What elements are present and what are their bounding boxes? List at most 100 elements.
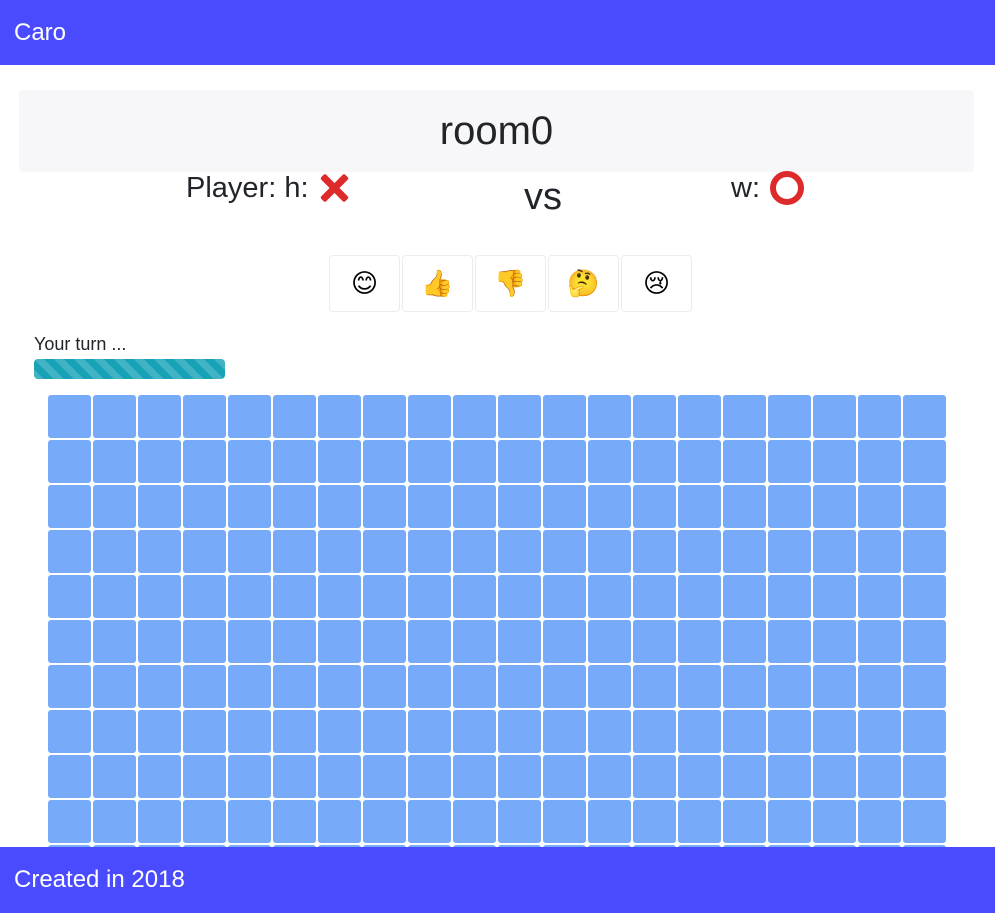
board-cell[interactable] — [633, 710, 676, 753]
board-cell[interactable] — [678, 530, 721, 573]
board-cell[interactable] — [903, 755, 946, 798]
board-cell[interactable] — [903, 440, 946, 483]
board-cell[interactable] — [498, 710, 541, 753]
board-cell[interactable] — [363, 710, 406, 753]
board-cell[interactable] — [48, 665, 91, 708]
board-cell[interactable] — [93, 530, 136, 573]
board-cell[interactable] — [768, 530, 811, 573]
board-cell[interactable] — [93, 755, 136, 798]
board-cell[interactable] — [678, 485, 721, 528]
board-cell[interactable] — [228, 755, 271, 798]
board-cell[interactable] — [228, 530, 271, 573]
board-cell[interactable] — [318, 710, 361, 753]
board-cell[interactable] — [633, 575, 676, 618]
board-cell[interactable] — [768, 395, 811, 438]
board-cell[interactable] — [408, 530, 451, 573]
board-cell[interactable] — [768, 485, 811, 528]
board-cell[interactable] — [408, 755, 451, 798]
board-cell[interactable] — [813, 440, 856, 483]
board-cell[interactable] — [273, 665, 316, 708]
board-cell[interactable] — [498, 665, 541, 708]
board-cell[interactable] — [363, 530, 406, 573]
board-cell[interactable] — [543, 665, 586, 708]
board-cell[interactable] — [768, 620, 811, 663]
board-cell[interactable] — [903, 710, 946, 753]
board-cell[interactable] — [138, 440, 181, 483]
board-cell[interactable] — [858, 485, 901, 528]
board-cell[interactable] — [48, 575, 91, 618]
board-cell[interactable] — [93, 710, 136, 753]
board-cell[interactable] — [903, 485, 946, 528]
board-cell[interactable] — [723, 530, 766, 573]
board-cell[interactable] — [768, 800, 811, 843]
board-cell[interactable] — [858, 395, 901, 438]
board-cell[interactable] — [543, 440, 586, 483]
board-cell[interactable] — [588, 440, 631, 483]
board-cell[interactable] — [318, 440, 361, 483]
board-cell[interactable] — [228, 440, 271, 483]
board-cell[interactable] — [318, 665, 361, 708]
board-cell[interactable] — [633, 665, 676, 708]
board-cell[interactable] — [318, 485, 361, 528]
board-cell[interactable] — [498, 575, 541, 618]
board-cell[interactable] — [858, 665, 901, 708]
board-cell[interactable] — [543, 485, 586, 528]
board-cell[interactable] — [318, 620, 361, 663]
board-cell[interactable] — [453, 800, 496, 843]
board-cell[interactable] — [903, 530, 946, 573]
board-cell[interactable] — [453, 575, 496, 618]
board-cell[interactable] — [723, 755, 766, 798]
board-cell[interactable] — [813, 755, 856, 798]
board-cell[interactable] — [858, 530, 901, 573]
board-cell[interactable] — [858, 575, 901, 618]
board-cell[interactable] — [453, 665, 496, 708]
board-cell[interactable] — [93, 395, 136, 438]
board-cell[interactable] — [273, 575, 316, 618]
board-cell[interactable] — [903, 575, 946, 618]
board-cell[interactable] — [588, 530, 631, 573]
board-cell[interactable] — [318, 530, 361, 573]
board-cell[interactable] — [543, 710, 586, 753]
board-cell[interactable] — [138, 620, 181, 663]
board-cell[interactable] — [858, 440, 901, 483]
board-cell[interactable] — [723, 665, 766, 708]
board-cell[interactable] — [138, 530, 181, 573]
board-cell[interactable] — [48, 710, 91, 753]
board-cell[interactable] — [723, 395, 766, 438]
board-cell[interactable] — [93, 665, 136, 708]
board-cell[interactable] — [543, 620, 586, 663]
board-cell[interactable] — [183, 665, 226, 708]
board-cell[interactable] — [903, 800, 946, 843]
board-cell[interactable] — [93, 485, 136, 528]
board-cell[interactable] — [48, 800, 91, 843]
board-cell[interactable] — [813, 665, 856, 708]
board-cell[interactable] — [138, 395, 181, 438]
board-cell[interactable] — [903, 665, 946, 708]
board-cell[interactable] — [903, 620, 946, 663]
reaction-smile-button[interactable]: 😊 — [329, 255, 400, 312]
board-cell[interactable] — [273, 710, 316, 753]
board-cell[interactable] — [588, 395, 631, 438]
board-cell[interactable] — [588, 665, 631, 708]
board-cell[interactable] — [453, 395, 496, 438]
board-cell[interactable] — [768, 755, 811, 798]
board-cell[interactable] — [408, 710, 451, 753]
board-cell[interactable] — [408, 800, 451, 843]
board-cell[interactable] — [813, 485, 856, 528]
board-cell[interactable] — [273, 530, 316, 573]
board-cell[interactable] — [363, 800, 406, 843]
board-cell[interactable] — [183, 755, 226, 798]
board-cell[interactable] — [768, 710, 811, 753]
board-cell[interactable] — [363, 665, 406, 708]
board-cell[interactable] — [138, 800, 181, 843]
board-cell[interactable] — [633, 485, 676, 528]
board-cell[interactable] — [498, 755, 541, 798]
board-cell[interactable] — [363, 395, 406, 438]
board-cell[interactable] — [768, 665, 811, 708]
brand-title[interactable]: Caro — [14, 19, 66, 47]
board-cell[interactable] — [453, 485, 496, 528]
board-cell[interactable] — [543, 575, 586, 618]
board-cell[interactable] — [858, 800, 901, 843]
board-cell[interactable] — [408, 395, 451, 438]
board-cell[interactable] — [363, 755, 406, 798]
